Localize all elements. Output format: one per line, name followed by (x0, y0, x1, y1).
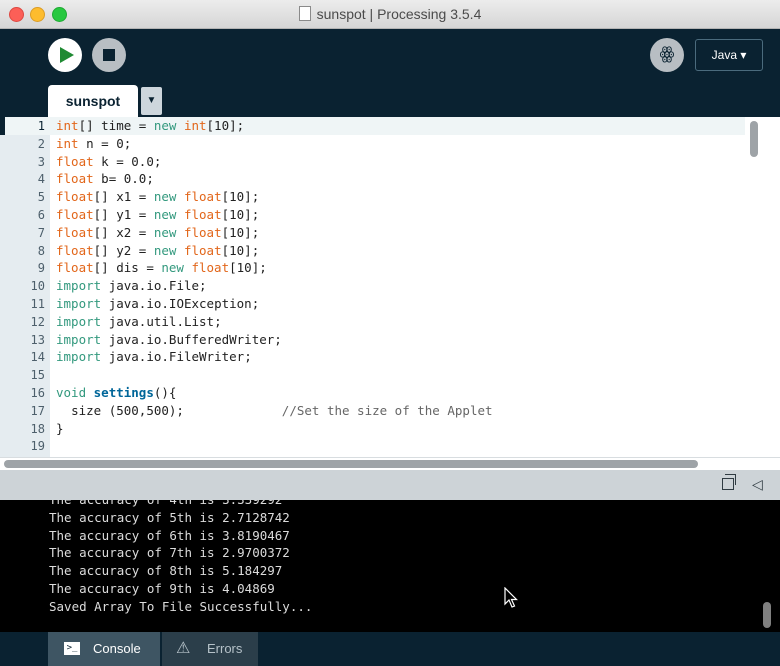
line-number: 4 (37, 172, 45, 187)
run-button[interactable] (48, 38, 82, 72)
code-line: 18} (0, 420, 745, 438)
line-source: float b= 0.0; (56, 171, 154, 187)
console-output[interactable]: The accuracy of 4th is 3.339292The accur… (0, 500, 780, 632)
line-number: 11 (30, 297, 45, 311)
code-line: 8 float[] y2 = new float[10]; (0, 242, 745, 260)
console-tab[interactable]: >_ Console (48, 632, 160, 666)
line-number: 16 (30, 386, 45, 400)
line-source: import java.io.BufferedWriter; (56, 331, 282, 347)
line-source: int n = 0; (56, 135, 132, 151)
console-line: Saved Array To File Successfully... (49, 598, 313, 614)
tab-sunspot[interactable]: sunspot (48, 85, 138, 117)
line-source: } (56, 420, 64, 436)
line-number: 15 (30, 368, 45, 383)
line-number: 10 (30, 279, 45, 294)
line-source: import java.io.FileWriter; (56, 349, 252, 365)
collapse-console-icon[interactable]: ◁ (752, 476, 763, 493)
tab-menu-button[interactable]: ▼ (141, 87, 162, 115)
editor-vertical-scrollbar[interactable] (748, 119, 758, 453)
processing-window: sunspot | Processing 3.5.4 ꙮ Java ▾ suns… (0, 0, 780, 666)
code-editor[interactable]: 1 int[] time = new int[10]; 2 int n = 0; 3 fl… (0, 117, 780, 457)
code-line: 7 float[] x2 = new float[10]; (0, 224, 745, 242)
line-number: 3 (37, 154, 45, 169)
window-title: sunspot | Processing 3.5.4 (0, 6, 780, 22)
chevron-down-icon: ▼ (146, 95, 157, 106)
tab-bar: sunspot ▼ (0, 85, 780, 117)
errors-tab-label: Errors (207, 641, 243, 656)
line-source: import java.io.File; (56, 278, 207, 294)
line-source: import java.util.List; (56, 313, 222, 329)
line-number: 12 (30, 314, 45, 329)
console-header: ◁ (0, 470, 780, 500)
editor-horizontal-scroll-thumb[interactable] (4, 460, 698, 468)
code-line: 10 import java.io.File; (0, 277, 745, 295)
code-line: 4 float b= 0.0; (0, 170, 745, 188)
document-icon (298, 6, 311, 21)
line-number: 5 (37, 190, 45, 205)
console-line: The accuracy of 9th is 4.04869 (49, 581, 275, 596)
console-scroll-thumb[interactable] (763, 602, 771, 628)
line-source: size (500,500); //Set the size of the Ap… (71, 402, 493, 418)
code-line: 12 import java.util.List; (0, 313, 745, 331)
console-icon: >_ (64, 642, 80, 655)
code-line: 9 float[] dis = new float[10]; (0, 259, 745, 277)
code-line: 17 size (500,500); //Set the size of the… (0, 402, 745, 420)
stop-button[interactable] (92, 38, 126, 72)
line-number: 9 (37, 261, 45, 276)
window-title-text: sunspot | Processing 3.5.4 (316, 6, 482, 22)
toolbar: ꙮ Java ▾ (0, 29, 780, 85)
code-line: 6 float[] y1 = new float[10]; (0, 206, 745, 224)
line-number: 13 (30, 332, 45, 347)
line-number: 8 (37, 243, 45, 258)
line-number: 2 (37, 136, 45, 151)
console-line: The accuracy of 6th is 3.8190467 (49, 527, 290, 543)
line-source: int[] time = new int[10]; (56, 118, 245, 133)
mode-selector[interactable]: Java ▾ (695, 39, 763, 71)
copy-icon[interactable] (722, 474, 736, 490)
code-line: 15 (0, 366, 745, 384)
editor-horizontal-scrollbar[interactable] (0, 457, 780, 470)
console-line: The accuracy of 4th is 3.339292 (49, 500, 282, 509)
code-line: 14 import java.io.FileWriter; (0, 348, 745, 366)
mouse-pointer-icon (504, 587, 518, 608)
code-line: 13 import java.io.BufferedWriter; (0, 331, 745, 349)
code-line: 3 float k = 0.0; (0, 153, 745, 171)
line-number: 7 (37, 225, 45, 240)
line-source: float k = 0.0; (56, 153, 162, 169)
console-tab-label: Console (93, 641, 141, 656)
line-source: float[] dis = new float[10]; (56, 260, 267, 276)
line-number: 6 (37, 208, 45, 222)
line-number: 1 (37, 119, 45, 133)
footer-bar: >_ Console ⚠ Errors (0, 632, 780, 666)
line-number: 18 (30, 421, 45, 436)
console-line: The accuracy of 7th is 2.9700372 (49, 545, 290, 561)
line-source: float[] y2 = new float[10]; (56, 242, 260, 258)
line-source: import java.io.IOException; (56, 296, 260, 311)
line-source: float[] y1 = new float[10]; (56, 207, 260, 222)
line-source: void settings(){ (56, 385, 177, 400)
line-number: 19 (30, 439, 45, 454)
code-line: 16 void settings(){ (0, 384, 745, 402)
title-bar: sunspot | Processing 3.5.4 (0, 0, 780, 29)
console-line: The accuracy of 5th is 2.7128742 (49, 509, 290, 525)
code-line: 1 int[] time = new int[10]; (0, 117, 745, 135)
console-line: The accuracy of 8th is 5.184297 (49, 563, 283, 579)
line-number: 17 (30, 403, 45, 418)
debugger-button[interactable]: ꙮ (650, 38, 684, 72)
editor-vertical-scroll-thumb[interactable] (750, 121, 758, 157)
line-number: 14 (30, 350, 45, 365)
line-source: float[] x2 = new float[10]; (56, 224, 260, 240)
line-source: float[] x1 = new float[10]; (56, 189, 260, 205)
code-line: 5 float[] x1 = new float[10]; (0, 188, 745, 206)
errors-tab[interactable]: ⚠ Errors (162, 632, 258, 666)
butterfly-icon: ꙮ (659, 44, 675, 63)
code-line: 19 (0, 437, 745, 455)
code-line: 2 int n = 0; (0, 135, 745, 153)
code-line: 11 import java.io.IOException; (0, 295, 745, 313)
warning-icon: ⚠ (176, 640, 191, 657)
